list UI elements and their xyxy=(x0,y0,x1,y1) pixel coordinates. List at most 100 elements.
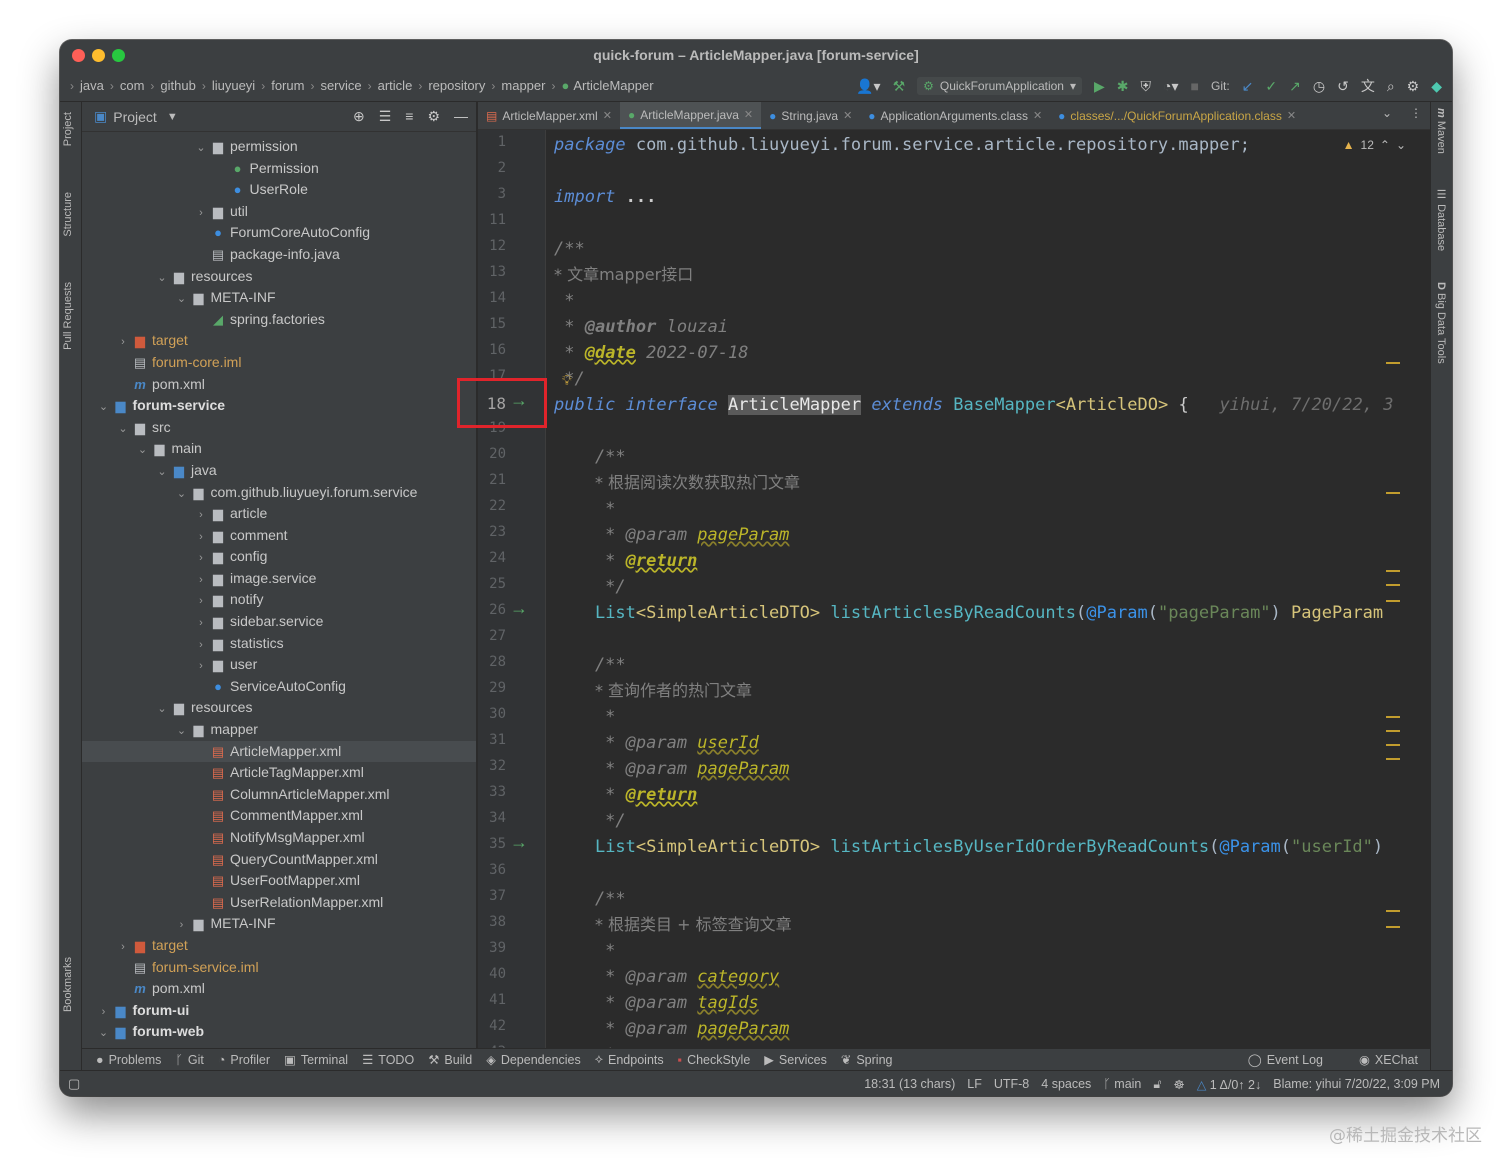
chevron-right-icon[interactable]: › xyxy=(193,203,209,225)
tree-item[interactable]: ⌄ ▆ forum-service xyxy=(82,395,476,417)
tree-item[interactable]: ▤ UserFootMapper.xml xyxy=(82,870,476,892)
chevron-right-icon[interactable]: › xyxy=(193,591,209,613)
editor-tab[interactable]: ● classes/.../QuickForumApplication.class… xyxy=(1050,102,1304,129)
error-stripe[interactable] xyxy=(1386,130,1406,1070)
chevron-down-icon[interactable]: ⌄ xyxy=(1372,102,1402,129)
breadcrumb-item[interactable]: com xyxy=(120,78,145,93)
tool-window-button[interactable]: ◔ Profiler xyxy=(218,1053,270,1067)
close-icon[interactable]: ✕ xyxy=(1287,109,1296,122)
implementation-arrow-icon[interactable]: → xyxy=(510,832,528,853)
locate-icon[interactable]: ⊕ xyxy=(353,108,365,125)
close-icon[interactable]: ✕ xyxy=(843,109,852,122)
tree-item[interactable]: › ▆ target xyxy=(82,330,476,352)
big-data-tools-tab[interactable]: D Big Data Tools xyxy=(1435,282,1447,364)
more-icon[interactable]: ⋮ xyxy=(1402,102,1430,129)
tool-window-button[interactable]: ▶ Services xyxy=(764,1052,827,1068)
rollback-icon[interactable]: ↺ xyxy=(1337,78,1349,95)
project-tool-tab[interactable]: Project xyxy=(62,112,74,146)
tree-item[interactable]: ▤ ColumnArticleMapper.xml xyxy=(82,784,476,806)
plugin-icon[interactable]: ◆ xyxy=(1431,78,1442,95)
tree-item[interactable]: › ▆ article xyxy=(82,503,476,525)
user-icon[interactable]: 👤▾ xyxy=(856,78,880,95)
editor-tab[interactable]: ● String.java ✕ xyxy=(761,102,860,129)
tree-item[interactable]: m pom.xml xyxy=(82,374,476,396)
tree-item[interactable]: ⌄ ▆ java xyxy=(82,460,476,482)
chevron-right-icon[interactable]: › xyxy=(193,527,209,549)
search-icon[interactable]: ⌕ xyxy=(1387,78,1395,95)
vcs-changes[interactable]: △ 1 Δ/0↑ 2↓ xyxy=(1197,1077,1262,1092)
chevron-right-icon[interactable]: › xyxy=(96,1002,112,1024)
stop-icon[interactable]: ■ xyxy=(1191,78,1199,94)
gear-icon[interactable]: ⚙ xyxy=(1407,78,1420,95)
maven-tool-tab[interactable]: m Maven xyxy=(1435,108,1447,154)
chevron-right-icon[interactable]: › xyxy=(115,937,131,959)
breadcrumb-item[interactable]: article xyxy=(378,78,413,93)
file-encoding[interactable]: UTF-8 xyxy=(994,1077,1029,1091)
expand-all-icon[interactable]: ☰ xyxy=(379,108,392,125)
breadcrumb-item[interactable]: liuyueyi xyxy=(212,78,255,93)
breadcrumb-item[interactable]: ArticleMapper xyxy=(573,78,653,93)
tree-item[interactable]: ● ForumCoreAutoConfig xyxy=(82,222,476,244)
editor-tab[interactable]: ● ApplicationArguments.class ✕ xyxy=(860,102,1050,129)
tree-item[interactable]: ● ServiceAutoConfig xyxy=(82,676,476,698)
tree-item[interactable]: ⌄ ▆ permission xyxy=(82,136,476,158)
tool-window-button[interactable]: ⚒ Build xyxy=(428,1052,472,1068)
bookmarks-tool-tab[interactable]: Bookmarks xyxy=(62,957,74,1012)
tree-item[interactable]: › ▆ sidebar.service xyxy=(82,611,476,633)
chevron-right-icon[interactable]: › xyxy=(193,613,209,635)
chevron-down-icon[interactable]: ⌄ xyxy=(115,419,131,441)
hide-icon[interactable]: — xyxy=(454,108,468,125)
tool-window-button[interactable]: ☰ TODO xyxy=(362,1052,414,1068)
tree-item[interactable]: › ▆ notify xyxy=(82,589,476,611)
gear-icon[interactable]: ⚙ xyxy=(427,108,440,125)
structure-tool-tab[interactable]: Structure xyxy=(62,192,74,237)
chevron-down-icon[interactable]: ⌄ xyxy=(193,138,209,160)
project-panel-title[interactable]: Project xyxy=(113,109,157,125)
translate-icon[interactable]: 文 xyxy=(1361,76,1375,96)
close-window-button[interactable] xyxy=(72,49,85,62)
tool-window-button[interactable]: ◈ Dependencies xyxy=(486,1052,581,1068)
run-configuration-select[interactable]: ⚙ QuickForumApplication ▾ xyxy=(917,77,1083,95)
tree-item[interactable]: › ▆ forum-ui xyxy=(82,1000,476,1022)
tree-item[interactable]: ● UserRole xyxy=(82,179,476,201)
chevron-right-icon[interactable]: › xyxy=(193,656,209,678)
tree-item[interactable]: ● Permission xyxy=(82,158,476,180)
git-update-icon[interactable]: ↙ xyxy=(1242,78,1254,95)
chevron-down-icon[interactable]: ⌄ xyxy=(174,484,190,506)
tree-item[interactable]: › ▆ image.service xyxy=(82,568,476,590)
tree-item[interactable]: › ▆ META-INF xyxy=(82,913,476,935)
chevron-down-icon[interactable]: ⌄ xyxy=(96,397,112,419)
run-icon[interactable]: ▶ xyxy=(1094,78,1105,95)
collapse-all-icon[interactable]: ≡ xyxy=(405,108,413,125)
tree-item[interactable]: ▤ ArticleMapper.xml xyxy=(82,740,476,763)
tool-window-button[interactable]: ᚴ Git xyxy=(175,1053,204,1067)
editor-tab[interactable]: ▤ ArticleMapper.xml ✕ xyxy=(478,102,620,129)
tool-window-button[interactable]: ❦ Spring xyxy=(841,1052,893,1068)
close-icon[interactable]: ✕ xyxy=(603,109,612,122)
tool-window-button[interactable]: ▣ Terminal xyxy=(284,1052,348,1068)
chevron-down-icon[interactable]: ⌄ xyxy=(154,462,170,484)
chevron-right-icon[interactable]: › xyxy=(193,505,209,527)
build-hammer-icon[interactable]: ⚒ xyxy=(893,78,906,95)
tree-item[interactable]: ⌄ ▆ main xyxy=(82,438,476,460)
close-icon[interactable]: ✕ xyxy=(744,108,753,121)
breadcrumb-item[interactable]: github xyxy=(160,78,195,93)
breadcrumb-item[interactable]: java xyxy=(80,78,104,93)
tool-window-button[interactable]: ◯ Event Log xyxy=(1248,1052,1323,1068)
zoom-window-button[interactable] xyxy=(112,49,125,62)
git-commit-icon[interactable]: ✓ xyxy=(1265,78,1277,95)
tool-window-button[interactable]: ◉ XEChat xyxy=(1359,1052,1418,1068)
line-separator[interactable]: LF xyxy=(967,1077,982,1091)
tree-item[interactable]: ⌄ ▆ mapper xyxy=(82,719,476,741)
chevron-right-icon[interactable]: › xyxy=(174,915,190,937)
cursor-position[interactable]: 18:31 (13 chars) xyxy=(864,1077,955,1091)
tree-item[interactable]: ▤ package-info.java xyxy=(82,244,476,266)
tree-item[interactable]: ▤ forum-core.iml xyxy=(82,352,476,374)
tree-item[interactable]: › ▆ target xyxy=(82,935,476,957)
tree-item[interactable]: › ▆ statistics xyxy=(82,633,476,655)
code-content[interactable]: package com.github.liuyueyi.forum.servic… xyxy=(554,130,1414,1070)
tree-item[interactable]: ⌄ ▆ resources xyxy=(82,266,476,288)
git-push-icon[interactable]: ↗ xyxy=(1289,78,1301,95)
history-icon[interactable]: ◷ xyxy=(1313,78,1325,95)
tree-item[interactable]: › ▆ comment xyxy=(82,525,476,547)
